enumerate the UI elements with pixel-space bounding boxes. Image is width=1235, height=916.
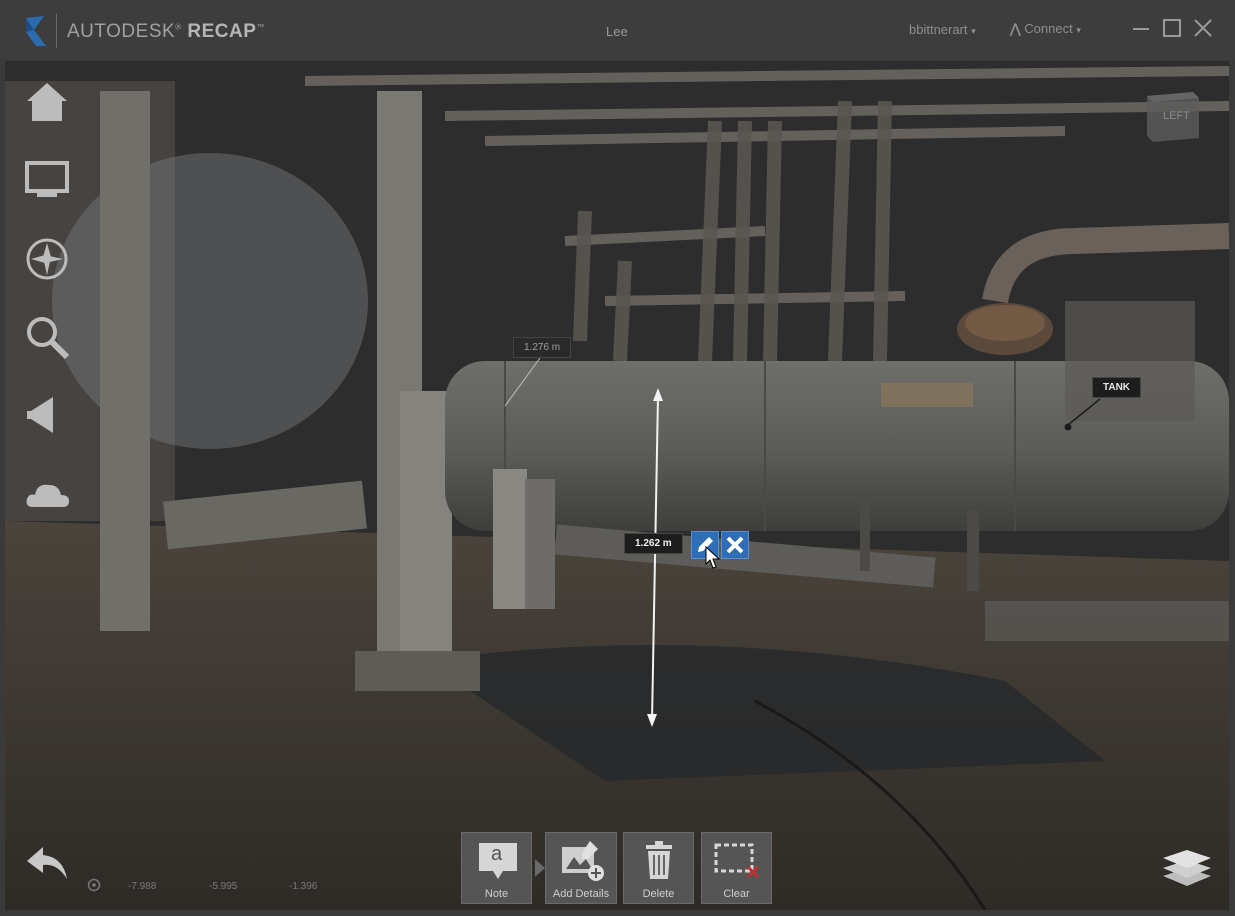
app-brand: AUTODESK® RECAP™	[67, 21, 265, 42]
brand-light: AUTODESK	[67, 21, 176, 42]
monitor-icon[interactable]	[23, 157, 71, 205]
view-cube[interactable]: LEFT	[1143, 88, 1203, 144]
secondary-measurement-label[interactable]: 1.276 m	[513, 337, 572, 358]
close-icon[interactable]	[1192, 17, 1214, 39]
delete-label: Delete	[642, 888, 675, 900]
add-details-label: Add Details	[552, 888, 610, 900]
clear-selection-icon	[714, 843, 760, 879]
chevron-down-icon: ▾	[1076, 25, 1081, 35]
coordinate-y: -5.995	[209, 881, 238, 892]
point-cloud-viewport[interactable]: LEFT 1.276 m 1.262 m TANK -7.988 -5.995 …	[5, 61, 1229, 910]
view-cube-face-label: LEFT	[1163, 110, 1190, 122]
user-name: bbittnerart	[909, 22, 968, 37]
clear-button[interactable]: Clear	[701, 832, 772, 904]
note-label: Note	[484, 888, 509, 900]
delete-measurement-button[interactable]	[721, 531, 749, 559]
coordinate-x: -7.988	[128, 881, 157, 892]
brand-separator	[56, 14, 57, 48]
megaphone-icon[interactable]	[23, 391, 71, 439]
add-details-button[interactable]: Add Details	[545, 832, 617, 904]
trash-icon	[646, 841, 672, 879]
connect-menu[interactable]: ⋀ Connect ▾	[1010, 21, 1081, 37]
autodesk-a-icon: ⋀	[1010, 21, 1021, 36]
undo-arrow-icon[interactable]	[23, 839, 71, 887]
cloud-icon[interactable]	[23, 471, 71, 519]
coordinate-origin-icon	[87, 878, 101, 892]
mouse-cursor-icon	[705, 546, 721, 569]
caret-right-icon	[535, 859, 545, 877]
active-measurement-label[interactable]: 1.262 m	[624, 533, 683, 554]
chevron-down-icon: ▾	[971, 26, 976, 36]
project-title: Lee	[606, 24, 628, 39]
autodesk-logo-icon	[26, 16, 46, 46]
add-image-icon	[562, 841, 604, 881]
delete-button[interactable]: Delete	[623, 832, 694, 904]
close-icon	[726, 536, 744, 554]
brand-bold: RECAP	[187, 21, 257, 42]
minimize-icon[interactable]	[1130, 17, 1152, 39]
zoom-icon[interactable]	[23, 313, 71, 361]
compass-icon[interactable]	[23, 235, 71, 283]
clear-label: Clear	[723, 888, 750, 900]
note-button[interactable]: a Note	[461, 832, 532, 904]
tank-tag-label[interactable]: TANK	[1092, 377, 1142, 398]
title-bar: AUTODESK® RECAP™ Lee bbittnerart ▾ ⋀ Con…	[0, 0, 1235, 60]
maximize-icon[interactable]	[1161, 17, 1183, 39]
home-icon[interactable]	[23, 79, 71, 127]
connect-label: Connect	[1024, 21, 1073, 36]
user-menu[interactable]: bbittnerart ▾	[909, 22, 976, 37]
coordinate-z: -1.396	[289, 881, 318, 892]
layers-icon[interactable]	[1161, 846, 1213, 888]
note-glyph: a	[490, 843, 503, 865]
point-cloud-scene	[5, 61, 1229, 910]
